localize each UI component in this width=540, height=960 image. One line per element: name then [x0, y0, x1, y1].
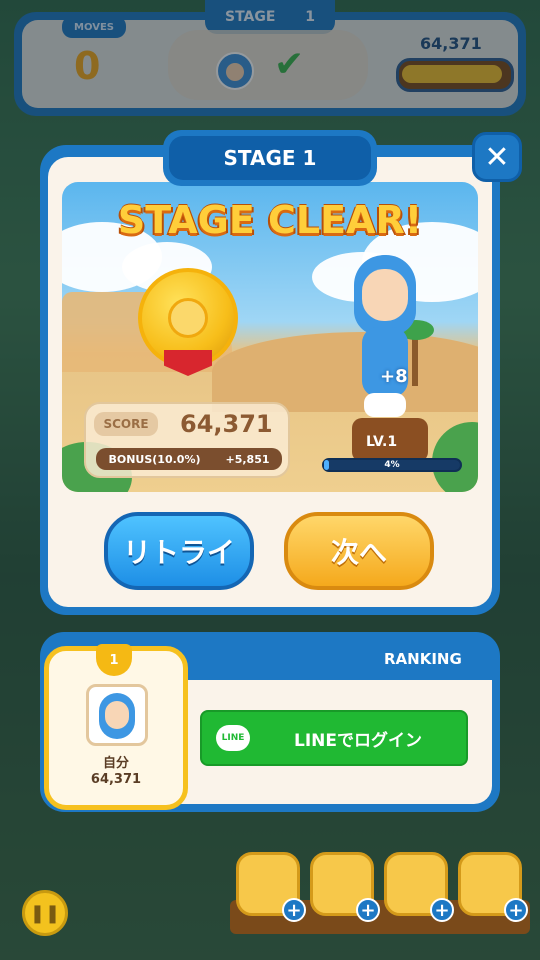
score-label: SCORE	[94, 412, 158, 436]
close-button[interactable]: ✕	[472, 132, 522, 182]
add-booster-button[interactable]: +	[504, 898, 528, 922]
next-button[interactable]: 次へ	[284, 512, 434, 590]
rank-number: 1	[109, 652, 119, 668]
pause-icon: ❚❚	[29, 902, 61, 924]
stage-title: STAGE 1	[169, 136, 371, 180]
add-booster-button[interactable]: +	[282, 898, 306, 922]
add-booster-button[interactable]: +	[356, 898, 380, 922]
character-avatar	[350, 255, 420, 425]
medal-face-icon	[168, 298, 208, 338]
line-icon: LINE	[216, 725, 250, 751]
line-login-button[interactable]: LINE LINEでログイン	[200, 710, 468, 766]
background-character	[110, 810, 190, 940]
player-name: 自分	[102, 756, 129, 771]
retry-button[interactable]: リトライ	[104, 512, 254, 590]
line-login-label: LINEでログイン	[294, 730, 422, 751]
exp-percent: 4%	[384, 460, 400, 470]
score-value: 64,371	[180, 410, 273, 438]
exp-gain: +8	[380, 366, 408, 387]
pause-button[interactable]: ❚❚	[22, 890, 68, 936]
player-score: 64,371	[90, 772, 142, 787]
sand-dune	[212, 332, 478, 412]
add-booster-button[interactable]: +	[430, 898, 454, 922]
avatar-face	[105, 701, 129, 729]
bonus-value: +5,851	[225, 452, 270, 466]
character-face	[362, 269, 408, 321]
ranking-title: RANKING	[384, 650, 462, 668]
stage-title-tab: STAGE 1	[163, 130, 377, 186]
bonus-label: BONUS(10.0%)	[108, 452, 201, 466]
level-label: LV.1	[366, 434, 398, 450]
close-icon: ✕	[484, 139, 510, 175]
stage-clear-headline: STAGE CLEAR!	[117, 198, 423, 242]
avatar	[86, 684, 148, 746]
character-feet	[364, 393, 406, 417]
bonus-row: BONUS(10.0%) +5,851	[96, 448, 282, 470]
